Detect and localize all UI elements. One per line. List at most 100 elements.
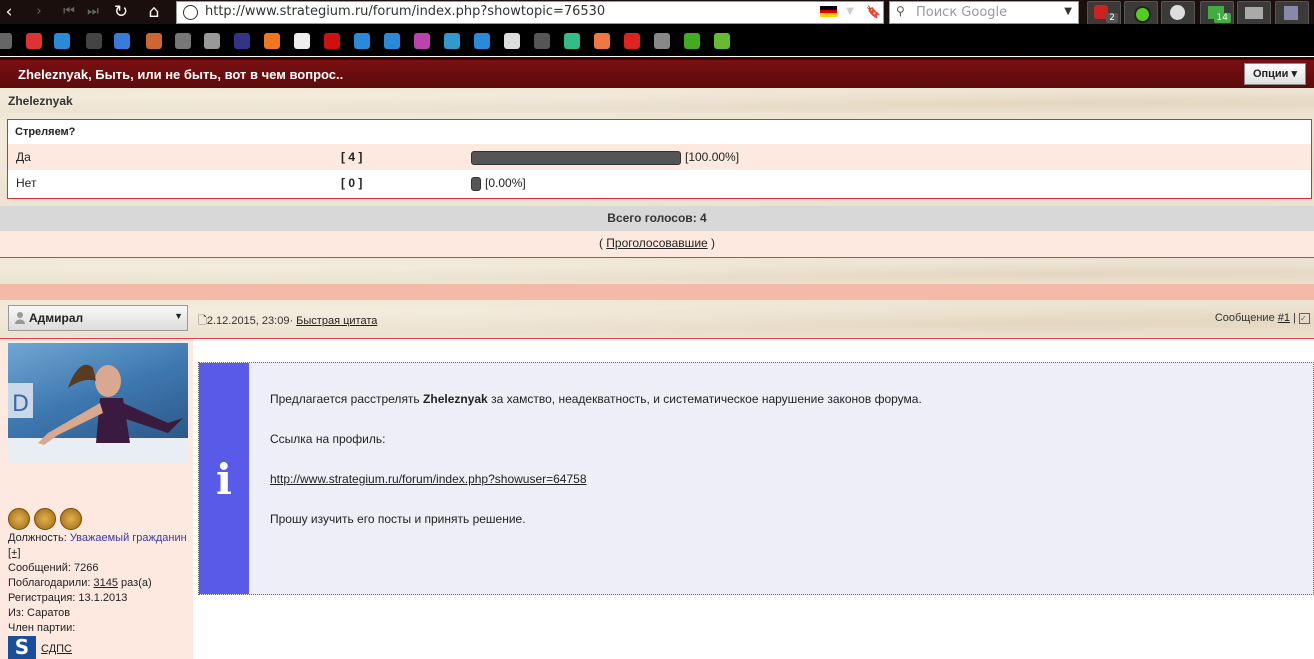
poll-option-row: Да [ 4 ] [100.00%] (8, 144, 1311, 170)
options-button[interactable]: Опции ▾ (1244, 63, 1306, 85)
medal-icon[interactable] (34, 508, 56, 530)
medal-icon[interactable] (60, 508, 82, 530)
party-logo[interactable]: S (8, 636, 36, 659)
poll-option-label: Нет (16, 176, 37, 190)
poll-option-percent: [100.00%] (685, 150, 740, 164)
bookmark-icon[interactable] (86, 33, 102, 49)
bookmark-icon[interactable]: 🔖 (866, 2, 881, 22)
quick-quote-link[interactable]: Быстрая цитата (296, 315, 377, 327)
bookmark-icon[interactable] (264, 33, 280, 49)
reload-icon[interactable]: ↻ (112, 2, 130, 22)
back-icon[interactable]: ‹ (2, 2, 16, 22)
bookmark-icon[interactable] (714, 33, 730, 49)
expand-link[interactable]: [+] (8, 547, 21, 559)
document-icon: 🗋 (198, 315, 207, 327)
globe-icon (183, 5, 198, 20)
message-text: за хамство, неадекватность, и систематич… (491, 392, 922, 406)
registration-date: Регистрация: 13.1.2013 (8, 592, 128, 604)
chevron-down-icon: ▼ (174, 311, 183, 321)
bookmark-icon[interactable] (234, 33, 250, 49)
poll-question: Стреляем? (15, 126, 76, 138)
bookmark-icon[interactable] (114, 33, 130, 49)
bookmark-icon[interactable] (384, 33, 400, 49)
position-link[interactable]: Уважаемый гражданин (70, 532, 187, 544)
film-ext-icon[interactable] (1161, 1, 1195, 25)
bookmark-icon[interactable] (54, 33, 70, 49)
bookmark-icon[interactable] (414, 33, 430, 49)
forward-icon[interactable]: › (32, 2, 46, 22)
gear-icon[interactable] (654, 33, 670, 49)
bookmark-icon[interactable] (474, 33, 490, 49)
browser-toolbar: ‹ › ⏮ ⏭ ↻ ⌂ http://www.strategium.ru/for… (0, 0, 1314, 25)
voters-paren: ) (711, 236, 716, 250)
post-header: Адмирал ▼ 🗋2.12.2015, 23:09· Быстрая цит… (0, 300, 1314, 339)
bookmark-icon[interactable] (354, 33, 370, 49)
folder-ext-icon[interactable] (1237, 1, 1271, 25)
poll-option-label: Да (16, 150, 31, 164)
voters-paren: ( (598, 236, 603, 250)
poll-subheader: Zheleznyak (0, 88, 1314, 113)
calendar-ext-icon[interactable]: 14 (1200, 1, 1234, 25)
bookmark-icon[interactable] (0, 33, 12, 49)
skip-back-icon[interactable]: ⏮ (62, 2, 76, 22)
message-label: Сообщение (1214, 312, 1275, 324)
post-date: 2.12.2015, 23:09 (206, 315, 290, 327)
skip-forward-icon[interactable]: ⏭ (86, 2, 100, 22)
message-paragraph: Предлагается расстрелять Zheleznyak за х… (270, 392, 922, 406)
thanks-suffix: раз(а) (121, 577, 152, 589)
voters-link[interactable]: Проголосовавшие (606, 236, 707, 250)
topic-header: Zheleznyak, Быть, или не быть, вот в чем… (0, 57, 1314, 90)
bookmark-icon[interactable] (564, 33, 580, 49)
author-dropdown[interactable]: Адмирал ▼ (8, 305, 188, 331)
search-icon: ⚲ (896, 4, 905, 18)
checkbox-icon[interactable]: ✓ (1299, 313, 1310, 324)
bookmark-icon[interactable] (294, 33, 310, 49)
search-dropdown-icon[interactable]: ▼ (1064, 6, 1072, 17)
bookmark-icon[interactable] (26, 33, 42, 49)
search-input[interactable]: ⚲ Поиск Google ▼ (889, 1, 1079, 24)
bookmark-icon[interactable] (594, 33, 610, 49)
bookmark-icon[interactable] (684, 33, 700, 49)
post-meta: 🗋2.12.2015, 23:09· Быстрая цитата (198, 312, 377, 331)
avatar-image: D (8, 364, 188, 463)
poll-option-count: [ 0 ] (341, 176, 363, 190)
dropdown-arrow-icon[interactable]: ▼ (844, 2, 856, 22)
message-paragraph: Прошу изучить его посты и принять решени… (270, 512, 526, 526)
medals (8, 508, 86, 533)
poll-option-count: [ 4 ] (341, 150, 363, 164)
voters-bar: ( Проголосовавшие ) (0, 231, 1314, 258)
info-glyph: i (216, 455, 232, 504)
bookmark-icon[interactable] (146, 33, 162, 49)
bookmark-icon[interactable] (504, 33, 520, 49)
adblock-ext-icon[interactable]: 2 (1087, 1, 1121, 25)
home-icon[interactable]: ⌂ (145, 2, 163, 22)
bookmark-icon[interactable] (444, 33, 460, 49)
user-info: Должность: Уважаемый гражданин [+] Сообщ… (8, 531, 188, 636)
avatar[interactable]: D (8, 343, 188, 463)
spacer (0, 258, 1314, 284)
post-count: Сообщений: 7266 (8, 562, 99, 574)
green-dot-ext-icon[interactable] (1124, 1, 1158, 25)
message-number-link[interactable]: #1 (1278, 312, 1290, 324)
profile-link[interactable]: http://www.strategium.ru/forum/index.php… (270, 472, 587, 486)
bookmark-icon[interactable] (624, 33, 640, 49)
divider (0, 284, 1314, 300)
address-bar[interactable]: http://www.strategium.ru/forum/index.php… (176, 1, 884, 24)
poll-option-row: Нет [ 0 ] [0.00%] (8, 170, 1311, 196)
puzzle-ext-icon[interactable] (1275, 1, 1309, 25)
folder-icon[interactable] (204, 33, 220, 49)
position-label: Должность: (8, 532, 67, 544)
bookmark-icon[interactable] (534, 33, 550, 49)
post-body: i Предлагается расстрелять Zheleznyak за… (198, 362, 1314, 595)
party-link[interactable]: СДПС (41, 643, 72, 655)
german-flag-icon[interactable] (820, 6, 837, 17)
poll-option-percent: [0.00%] (485, 176, 526, 190)
bookmark-icon[interactable] (175, 33, 191, 49)
user-sidebar: D Должность: Уважаемый гражданин [+] Соо… (0, 339, 193, 659)
search-placeholder: Поиск Google (916, 5, 1008, 20)
medal-icon[interactable] (8, 508, 30, 530)
message-paragraph: http://www.strategium.ru/forum/index.php… (270, 472, 587, 486)
bookmark-icon[interactable] (324, 33, 340, 49)
thanks-count-link[interactable]: 3145 (94, 577, 118, 589)
separator: · (289, 315, 294, 327)
